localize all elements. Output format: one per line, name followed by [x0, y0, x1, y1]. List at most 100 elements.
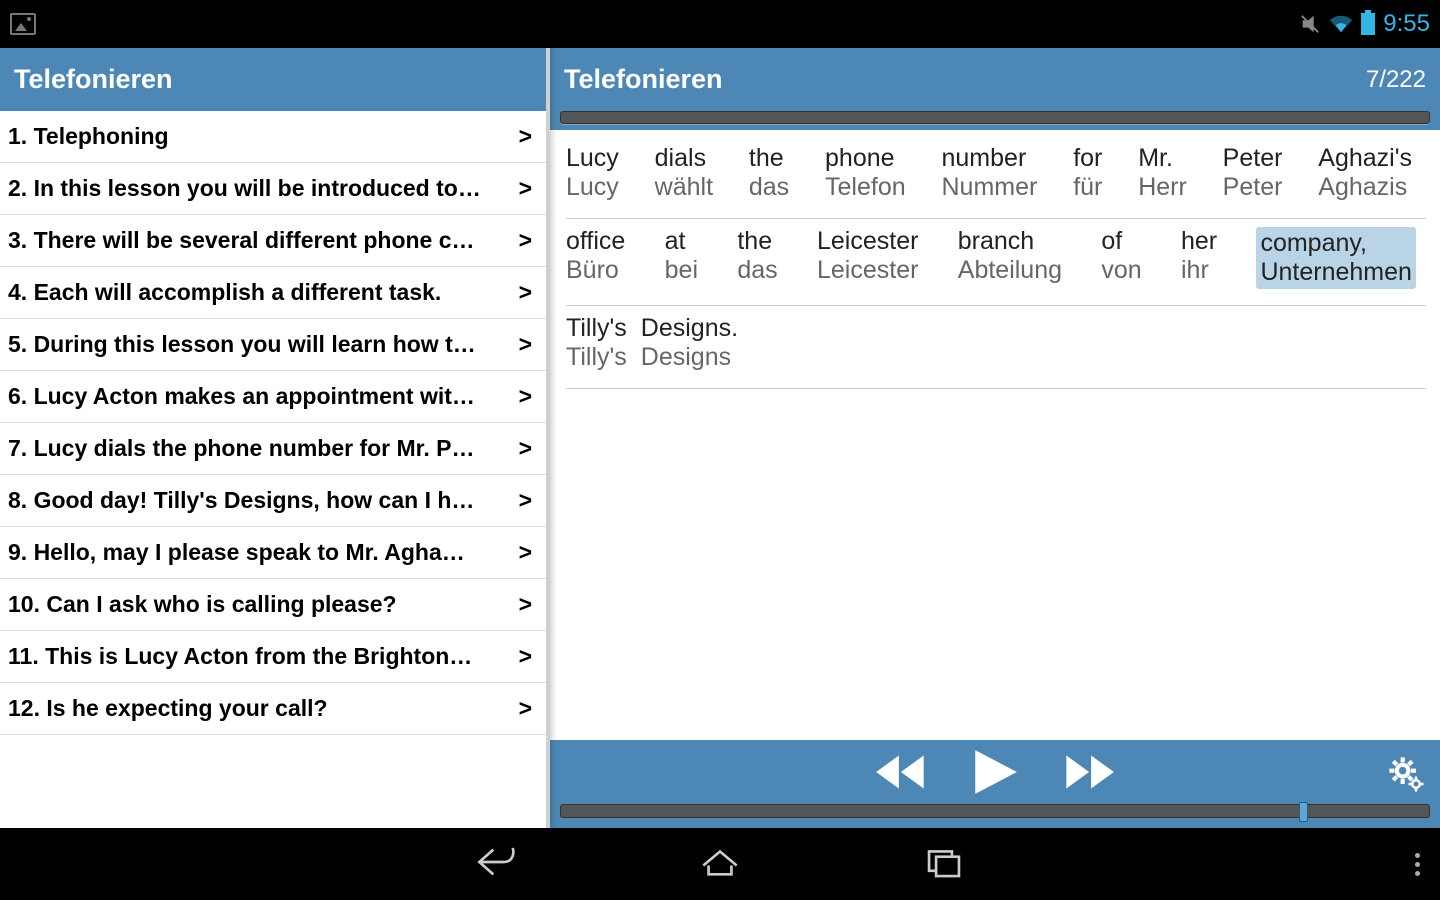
list-item[interactable]: 8. Good day! Tilly's Designs, how can I …	[0, 475, 546, 527]
list-item-label: 6. Lucy Acton makes an appointment wit…	[8, 383, 485, 410]
word-pair[interactable]: Designs.Designs	[641, 314, 738, 372]
chevron-right-icon: >	[519, 279, 532, 306]
list-item-label: 7. Lucy dials the phone number for Mr. P…	[8, 435, 484, 462]
word-pair[interactable]: thedas	[737, 227, 777, 289]
word-source: Tilly's	[566, 314, 627, 343]
lesson-list-pane: Telefonieren 1. Telephoning> 2. In this l…	[0, 48, 550, 828]
word-pair[interactable]: officeBüro	[566, 227, 625, 289]
detail-pane: Telefonieren 7/222 LucyLucydialswähltthe…	[550, 48, 1440, 828]
word-source: Peter	[1223, 144, 1283, 173]
word-pair[interactable]: LucyLucy	[566, 144, 619, 202]
mute-icon	[1299, 13, 1321, 35]
word-pair[interactable]: thedas	[749, 144, 789, 202]
list-item[interactable]: 3. There will be several different phone…	[0, 215, 546, 267]
word-pair[interactable]: forfür	[1073, 144, 1102, 202]
word-pair[interactable]: herihr	[1181, 227, 1217, 289]
chevron-right-icon: >	[519, 591, 532, 618]
word-pair[interactable]: phoneTelefon	[825, 144, 906, 202]
word-source: Aghazi's	[1318, 144, 1412, 173]
android-status-bar: 9:55	[0, 0, 1440, 48]
android-nav-bar	[0, 828, 1440, 900]
playback-progress-bar[interactable]	[560, 804, 1430, 818]
recents-button[interactable]	[922, 844, 966, 885]
back-button[interactable]	[474, 844, 518, 885]
play-button[interactable]	[962, 746, 1028, 798]
player-bar	[550, 740, 1440, 828]
list-item-label: 9. Hello, may I please speak to Mr. Agha…	[8, 539, 475, 566]
list-item[interactable]: 2. In this lesson you will be introduced…	[0, 163, 546, 215]
top-progress-bar[interactable]	[560, 111, 1430, 124]
word-pair[interactable]: ofvon	[1101, 227, 1141, 289]
list-item[interactable]: 5. During this lesson you will learn how…	[0, 319, 546, 371]
chevron-right-icon: >	[519, 227, 532, 254]
word-source: the	[749, 144, 784, 173]
lesson-list[interactable]: 1. Telephoning> 2. In this lesson you wil…	[0, 111, 546, 828]
chevron-right-icon: >	[519, 331, 532, 358]
list-item[interactable]: 7. Lucy dials the phone number for Mr. P…	[0, 423, 546, 475]
list-item[interactable]: 11. This is Lucy Acton from the Brighton…	[0, 631, 546, 683]
list-item-label: 3. There will be several different phone…	[8, 227, 485, 254]
word-pair[interactable]: atbei	[665, 227, 698, 289]
left-title-text: Telefonieren	[14, 64, 173, 95]
word-source: office	[566, 227, 625, 256]
word-pair[interactable]: numberNummer	[942, 144, 1038, 202]
word-source: for	[1073, 144, 1102, 173]
word-translation: wählt	[655, 173, 713, 202]
word-translation: Nummer	[942, 173, 1038, 202]
list-item[interactable]: 6. Lucy Acton makes an appointment wit… >	[0, 371, 546, 423]
word-pair[interactable]: Tilly'sTilly's	[566, 314, 627, 372]
list-item-label: 5. During this lesson you will learn how…	[8, 331, 486, 358]
translation-line: officeBüro atbei thedas LeicesterLeicester b…	[566, 218, 1426, 301]
list-item-label: 10. Can I ask who is calling please?	[8, 591, 407, 618]
list-item-label: 8. Good day! Tilly's Designs, how can I …	[8, 487, 484, 514]
chevron-right-icon: >	[519, 123, 532, 150]
word-translation: für	[1073, 173, 1102, 202]
rewind-button[interactable]	[872, 749, 934, 795]
chevron-right-icon: >	[519, 695, 532, 722]
word-source: Leicester	[817, 227, 918, 256]
translation-body: LucyLucydialswähltthedasphoneTelefonnumb…	[550, 130, 1440, 740]
word-pair[interactable]: Mr.Herr	[1138, 144, 1187, 202]
word-source: the	[737, 227, 772, 256]
settings-button[interactable]	[1386, 754, 1426, 799]
list-item[interactable]: 12. Is he expecting your call?>	[0, 683, 546, 735]
left-pane-title: Telefonieren	[0, 48, 546, 111]
word-translation: Telefon	[825, 173, 906, 202]
word-source: her	[1181, 227, 1217, 256]
chevron-right-icon: >	[519, 643, 532, 670]
word-translation: Abteilung	[958, 256, 1062, 285]
word-source: dials	[655, 144, 706, 173]
word-source: branch	[958, 227, 1034, 256]
word-source: Mr.	[1138, 144, 1173, 173]
word-translation: Unternehmen	[1260, 258, 1411, 287]
chevron-right-icon: >	[519, 175, 532, 202]
notification-image-icon	[10, 13, 36, 35]
list-item[interactable]: 10. Can I ask who is calling please? >	[0, 579, 546, 631]
word-pair[interactable]: PeterPeter	[1223, 144, 1283, 202]
forward-button[interactable]	[1056, 749, 1118, 795]
status-clock: 9:55	[1383, 10, 1430, 38]
chevron-right-icon: >	[519, 383, 532, 410]
list-item-label: 2. In this lesson you will be introduced…	[8, 175, 491, 202]
translation-line: LucyLucy dialswählt thedas phoneTelefon numb…	[566, 136, 1426, 214]
list-item[interactable]: 4. Each will accomplish a different task…	[0, 267, 546, 319]
word-translation: das	[749, 173, 789, 202]
word-pair[interactable]: LeicesterLeicester	[817, 227, 918, 289]
word-translation: Peter	[1223, 173, 1283, 202]
list-item-label: 11. This is Lucy Acton from the Brighton…	[8, 643, 482, 670]
playback-thumb[interactable]	[1299, 802, 1308, 822]
list-item[interactable]: 1. Telephoning>	[0, 111, 546, 163]
word-source: at	[665, 227, 686, 256]
word-pair[interactable]: Aghazi'sAghazis	[1318, 144, 1412, 202]
word-pair[interactable]: dialswählt	[655, 144, 713, 202]
word-translation: das	[737, 256, 777, 285]
word-pair[interactable]: company,Unternehmen	[1256, 227, 1415, 289]
word-translation: ihr	[1181, 256, 1209, 285]
word-source: number	[942, 144, 1027, 173]
word-pair[interactable]: branchAbteilung	[958, 227, 1062, 289]
overflow-menu-button[interactable]	[1415, 853, 1420, 876]
home-button[interactable]	[698, 844, 742, 885]
battery-icon	[1361, 13, 1375, 35]
list-item[interactable]: 9. Hello, may I please speak to Mr. Agha…	[0, 527, 546, 579]
right-title-text: Telefonieren	[564, 64, 723, 95]
